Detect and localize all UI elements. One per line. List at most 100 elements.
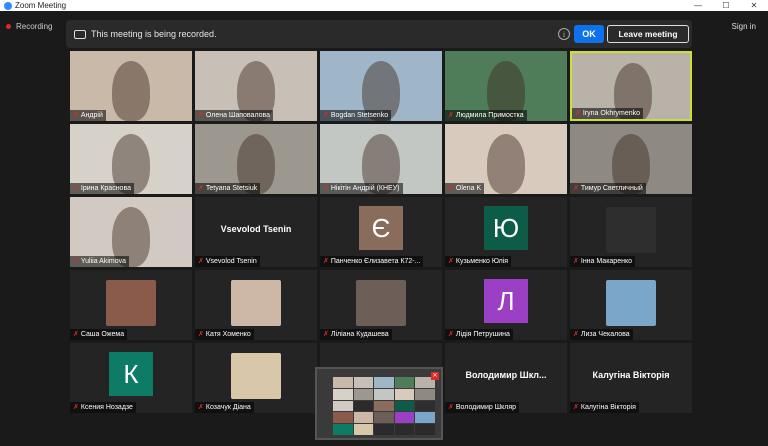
participant-name-label: ✗ Андрій (70, 110, 106, 121)
participant-tile[interactable]: Калугіна Вікторія ✗ Калугіна Вікторія (570, 343, 692, 413)
sign-in-link[interactable]: Sign in (732, 22, 756, 31)
recording-indicator[interactable]: Recording (6, 22, 52, 31)
participant-name-label: ✗ Калугіна Вікторія (570, 402, 639, 413)
participant-name-label: ✗ Olena K (445, 183, 485, 194)
participant-tile[interactable]: ✗ Ірина Краснова (70, 124, 192, 194)
participant-name-label: ✗ Тимур Светличный (570, 183, 646, 194)
muted-mic-icon: ✗ (448, 404, 454, 411)
avatar-letter: Ю (484, 206, 528, 250)
participant-tile[interactable]: Vsevolod Tsenin ✗ Vsevolod Tsenin (195, 197, 317, 267)
muted-mic-icon: ✗ (73, 112, 79, 119)
participant-silhouette (487, 134, 525, 194)
participant-tile[interactable]: ✗ Yuliia Akimova (70, 197, 192, 267)
minimize-button[interactable]: — (684, 0, 712, 11)
participant-tile[interactable]: Є ✗ Панченко Єлизавета К72-... (320, 197, 442, 267)
participant-display-name: Калугіна Вікторія (592, 370, 670, 380)
participant-tile[interactable]: Ю ✗ Кузьменко Юлія (445, 197, 567, 267)
mini-tile (374, 412, 394, 424)
avatar-letter: Л (484, 279, 528, 323)
leave-meeting-button[interactable]: Leave meeting (607, 25, 689, 43)
muted-mic-icon: ✗ (198, 404, 204, 411)
participant-tile[interactable]: ✗ Катя Хоменко (195, 270, 317, 340)
banner-message: This meeting is being recorded. (91, 29, 217, 39)
participant-tile[interactable]: ✗ Iryna Okhrymenko (570, 51, 692, 121)
muted-mic-icon: ✗ (198, 112, 204, 119)
participant-name: Yuliia Akimova (80, 258, 127, 265)
info-icon[interactable]: i (558, 28, 570, 40)
muted-mic-icon: ✗ (73, 404, 79, 411)
participant-tile[interactable]: К ✗ Ксения Нозадзе (70, 343, 192, 413)
close-button[interactable]: ✕ (740, 0, 768, 11)
participant-name-label: ✗ Ксения Нозадзе (70, 402, 136, 413)
participant-name-label: ✗ Yuliia Akimova (70, 256, 130, 267)
participant-tile[interactable]: ✗ Olena K (445, 124, 567, 194)
participant-name-label: ✗ Володимир Шкляр (445, 402, 520, 413)
participant-name: Лиза Чекалова (580, 331, 630, 338)
muted-mic-icon: ✗ (73, 331, 79, 338)
participant-tile[interactable]: ✗ Людмила Примостка (445, 51, 567, 121)
mini-tile (394, 388, 415, 400)
muted-mic-icon: ✗ (323, 112, 329, 119)
participant-name-label: ✗ Лідія Петрушина (445, 329, 513, 340)
participant-tile[interactable]: ✗ Ліліана Кудашева (320, 270, 442, 340)
participant-name: Саша Ожема (80, 331, 125, 338)
participant-name-label: ✗ Bogdan Stetsenko (320, 110, 392, 121)
participant-tile[interactable]: ✗ Нікітін Андрій (КНЕУ) (320, 124, 442, 194)
participant-name-label: ✗ Vsevolod Tsenin (195, 256, 260, 267)
muted-mic-icon: ✗ (323, 258, 329, 265)
mini-tile (374, 424, 394, 435)
participant-name: Iryna Okhrymenko (582, 110, 641, 117)
participant-name-label: ✗ Ліліана Кудашева (320, 329, 392, 340)
mini-tile (394, 412, 415, 424)
participant-tile[interactable]: Володимир Шкл... ✗ Володимир Шкляр (445, 343, 567, 413)
profile-photo (606, 207, 656, 253)
participant-name-label: ✗ Катя Хоменко (195, 329, 254, 340)
participant-tile[interactable]: ✗ Саша Ожема (70, 270, 192, 340)
participant-tile[interactable]: ✗ Козачук Діана (195, 343, 317, 413)
participant-name: Vsevolod Tsenin (205, 258, 257, 265)
minimized-video-panel[interactable]: ✕ (315, 367, 443, 440)
mini-tile (333, 377, 353, 388)
participant-tile[interactable]: ✗ Олена Шаповалова (195, 51, 317, 121)
participant-name-label: ✗ Ірина Краснова (70, 183, 134, 194)
participant-name: Нікітін Андрій (КНЕУ) (330, 185, 400, 192)
participant-name: Панченко Єлизавета К72-... (330, 258, 421, 265)
muted-mic-icon: ✗ (73, 185, 79, 192)
participant-name: Ірина Краснова (80, 185, 131, 192)
mini-tile (415, 388, 435, 400)
participant-name-label: ✗ Саша Ожема (70, 329, 128, 340)
participant-silhouette (112, 61, 150, 121)
participant-tile[interactable]: ✗ Інна Макаренко (570, 197, 692, 267)
participant-name: Лідія Петрушина (455, 331, 510, 338)
participant-name: Olena K (455, 185, 482, 192)
participant-tile[interactable]: ✗ Андрій (70, 51, 192, 121)
mini-tile (374, 400, 394, 412)
participant-name: Інна Макаренко (580, 258, 632, 265)
muted-mic-icon: ✗ (573, 258, 579, 265)
title-bar: Zoom Meeting — ☐ ✕ (0, 0, 768, 11)
participant-tile[interactable]: ✗ Тимур Светличный (570, 124, 692, 194)
profile-photo (231, 353, 281, 399)
participant-name-label: ✗ Кузьменко Юлія (445, 256, 512, 267)
participant-name-label: ✗ Лиза Чекалова (570, 329, 633, 340)
mini-tile (353, 412, 374, 424)
minimap-close-icon[interactable]: ✕ (431, 372, 439, 380)
recording-banner: This meeting is being recorded. i OK Lea… (66, 20, 692, 48)
participant-name-label: ✗ Панченко Єлизавета К72-... (320, 256, 424, 267)
mini-tile (374, 377, 394, 388)
participant-tile[interactable]: ✗ Лиза Чекалова (570, 270, 692, 340)
mini-tile (333, 388, 353, 400)
mini-tile (415, 424, 435, 435)
window-title: Zoom Meeting (15, 1, 67, 10)
mini-tile (394, 377, 415, 388)
participant-tile[interactable]: ✗ Bogdan Stetsenko (320, 51, 442, 121)
participant-name-label: ✗ Людмила Примостка (445, 110, 527, 121)
participant-tile[interactable]: ✗ Tetyana Stetsiuk (195, 124, 317, 194)
mini-tile (374, 388, 394, 400)
participant-name: Андрій (80, 112, 103, 119)
participant-name: Тимур Светличный (580, 185, 643, 192)
ok-button[interactable]: OK (574, 25, 604, 43)
participant-tile[interactable]: Л ✗ Лідія Петрушина (445, 270, 567, 340)
maximize-button[interactable]: ☐ (712, 0, 740, 11)
mini-tile (333, 412, 353, 424)
